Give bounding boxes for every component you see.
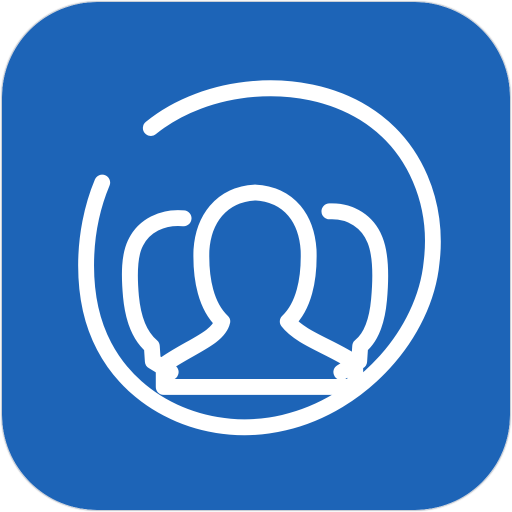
contacts-group-icon [2, 2, 510, 510]
icon-canvas [0, 0, 512, 512]
app-icon[interactable] [1, 1, 511, 511]
